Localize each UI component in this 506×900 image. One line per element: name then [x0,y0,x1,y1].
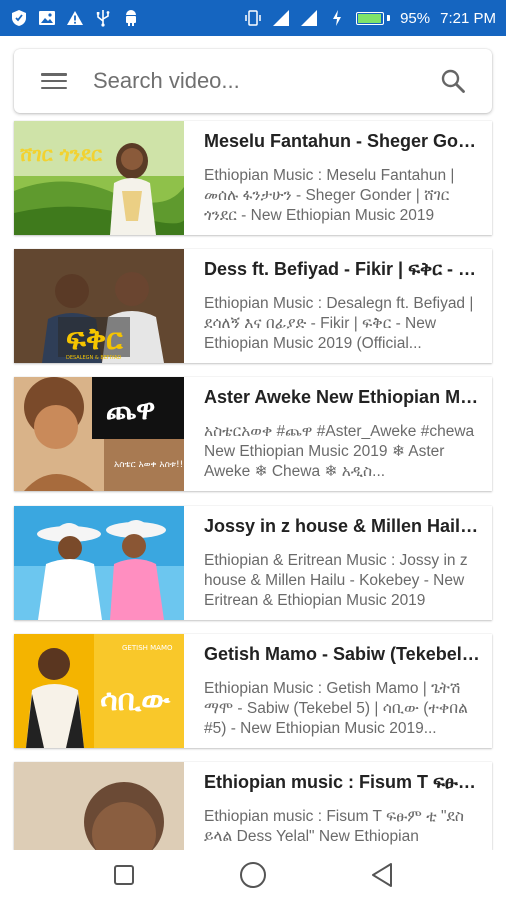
search-input[interactable] [93,68,440,94]
thumbnail-sub-text: GETISH MAMO [122,644,173,652]
video-card[interactable]: Ethiopian music : Fisum T ፍፁም ቲ Ethiopia… [14,762,492,850]
video-card[interactable]: Jossy in z house & Millen Hailu - Kokebe… [14,506,492,620]
image-icon [38,9,56,27]
android-icon [122,9,140,27]
video-thumbnail[interactable] [14,506,184,620]
system-nav-bar [0,850,506,900]
thumbnail-sub-text: አስቴር አወቀ አስቱ!! [114,460,183,470]
video-description: Ethiopian music : Fisum T ፍፁም ቲ "ደስ ይላል … [204,808,465,845]
triangle-back-icon[interactable] [367,860,397,890]
video-thumbnail[interactable]: ጨዋ አስቴር አወቀ አስቱ!! [14,377,184,491]
video-card[interactable]: ፍቅር DESALEGN & BEFIYAD Dess ft. Befiyad … [14,249,492,363]
video-card[interactable]: ጨዋ አስቴር አወቀ አስቱ!! Aster Aweke New Ethiop… [14,377,492,491]
app-screen: 95% 7:21 PM Search video... ሸገር ጎንደር Mes… [0,0,506,900]
battery-body [356,11,385,25]
thumbnail-overlay-text: ጨዋ [106,393,155,426]
video-title[interactable]: Aster Aweke New Ethiopian Music 2019 [204,386,482,408]
search-icon[interactable] [440,68,466,94]
video-info: Meselu Fantahun - Sheger Gonder | ሸገር ጎን… [184,121,492,235]
charging-icon [328,9,346,27]
video-description: Ethiopian Music : Getish Mamo | ጌትሽ ማሞ -… [204,680,468,737]
video-info: Jossy in z house & Millen Hailu - Kokebe… [184,506,492,620]
status-bar-left [10,9,140,27]
battery-icon [356,11,391,25]
thumbnail-sub-text: DESALEGN & BEFIYAD [66,355,121,361]
video-description: አስቴርአወቀ #ጨዋ #Aster_Aweke #chewa New Ethi… [204,423,475,480]
video-thumbnail[interactable]: ፍቅር DESALEGN & BEFIYAD [14,249,184,363]
video-description: Ethiopian Music : Meselu Fantahun | መሰሉ … [204,167,455,224]
warning-icon [66,9,84,27]
video-thumbnail[interactable] [14,762,184,850]
video-info: Dess ft. Befiyad - Fikir | ፍቅር - New Eth… [184,249,492,363]
video-description: Ethiopian Music : Desalegn ft. Befiyad |… [204,295,474,352]
video-title[interactable]: Ethiopian music : Fisum T ፍፁም ቲ [204,771,482,793]
search-bar [14,49,492,113]
video-info: Ethiopian music : Fisum T ፍፁም ቲ Ethiopia… [184,762,492,850]
status-bar-right: 95% 7:21 PM [244,9,496,27]
thumbnail-overlay-text: ሳቢው [100,683,171,718]
video-info: Getish Mamo - Sabiw (Tekebel 5) Ethiopia… [184,634,492,748]
status-bar: 95% 7:21 PM [0,0,506,36]
video-description: Ethiopian & Eritrean Music : Jossy in z … [204,552,468,609]
thumbnail-overlay-text: ሸገር ጎንደር [19,142,103,166]
signal-icon [300,9,318,27]
shield-icon [10,9,28,27]
battery-tip [387,15,391,21]
thumbnail-overlay-text: ፍቅር [66,322,124,357]
video-card[interactable]: ሸገር ጎንደር Meselu Fantahun - Sheger Gonder… [14,121,492,235]
circle-home-icon[interactable] [238,860,268,890]
video-info: Aster Aweke New Ethiopian Music 2019 አስቴ… [184,377,492,491]
video-title[interactable]: Dess ft. Befiyad - Fikir | ፍቅር - New Eth… [204,258,482,280]
video-title[interactable]: Meselu Fantahun - Sheger Gonder | ሸገር ጎን… [204,130,482,152]
video-title[interactable]: Jossy in z house & Millen Hailu - Kokebe… [204,515,482,537]
video-thumbnail[interactable]: ሳቢው GETISH MAMO [14,634,184,748]
battery-percent: 95% [400,9,431,27]
signal-icon [272,9,290,27]
video-thumbnail[interactable]: ሸገር ጎንደር [14,121,184,235]
hamburger-menu-icon[interactable] [41,71,67,91]
video-card[interactable]: ሳቢው GETISH MAMO Getish Mamo - Sabiw (Tek… [14,634,492,748]
video-title[interactable]: Getish Mamo - Sabiw (Tekebel 5) [204,643,482,665]
battery-level-fill [358,13,381,23]
usb-icon [94,9,112,27]
vibrate-icon [244,9,262,27]
clock-time: 7:21 PM [440,9,496,27]
square-recents-icon[interactable] [109,860,139,890]
